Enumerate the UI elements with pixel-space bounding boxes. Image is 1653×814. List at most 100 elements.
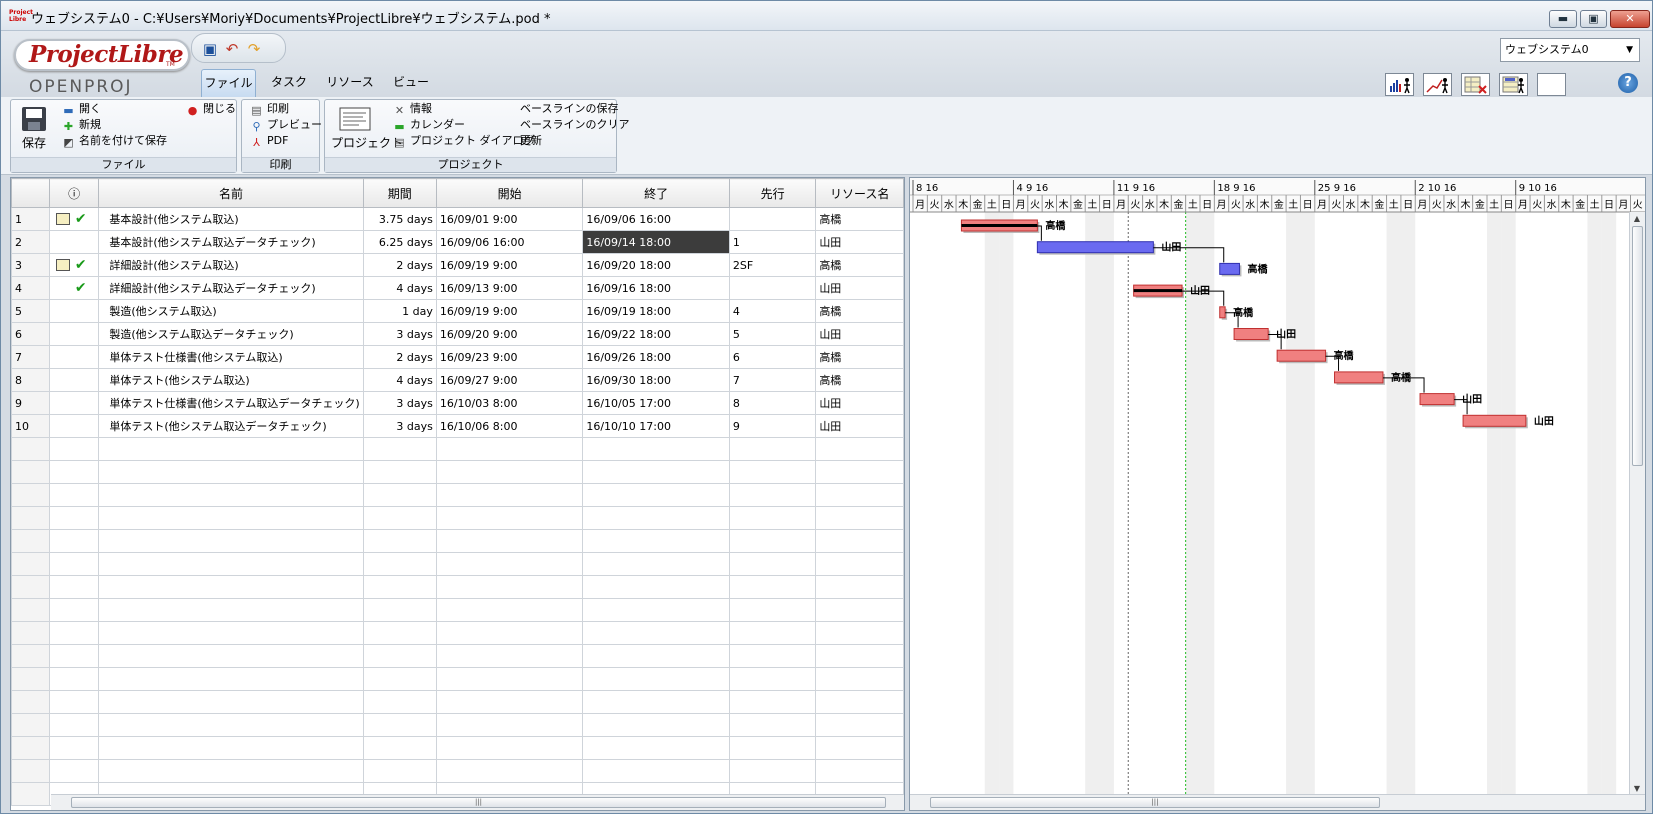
empty-cell[interactable] (582, 460, 730, 484)
empty-cell[interactable] (98, 460, 364, 484)
project-big-icon[interactable] (339, 106, 371, 132)
gantt-horizontal-scrollbar[interactable]: ||| (910, 794, 1645, 810)
empty-cell[interactable] (728, 644, 817, 668)
task-bar[interactable] (1419, 393, 1455, 406)
row-number[interactable]: 1 (11, 207, 50, 231)
scroll-up-icon[interactable]: ▲ (1630, 212, 1644, 226)
empty-cell[interactable] (362, 460, 437, 484)
predecessor-cell[interactable]: 5 (728, 322, 817, 346)
start-cell[interactable]: 16/09/06 16:00 (435, 230, 584, 254)
empty-cell[interactable] (728, 713, 817, 737)
title-bar[interactable]: Project Libre ウェブシステム0 - C:¥Users¥Moriy¥… (1, 1, 1652, 31)
minimize-button[interactable]: ▬ (1549, 10, 1577, 28)
empty-cell[interactable] (11, 575, 50, 599)
empty-cell[interactable] (435, 759, 584, 783)
empty-cell[interactable] (11, 437, 50, 461)
save-icon[interactable]: ▣ (202, 41, 218, 57)
empty-cell[interactable] (435, 621, 584, 645)
empty-cell[interactable] (582, 483, 730, 507)
empty-cell[interactable] (582, 529, 730, 553)
empty-cell[interactable] (98, 598, 364, 622)
empty-cell[interactable] (582, 437, 730, 461)
duration-cell[interactable]: 2 days (362, 253, 437, 277)
new-button[interactable]: ✚ 新規 (62, 118, 101, 133)
empty-cell[interactable] (48, 759, 100, 783)
start-cell[interactable]: 16/10/03 8:00 (435, 391, 584, 415)
empty-cell[interactable] (815, 506, 904, 530)
row-number[interactable]: 3 (11, 253, 50, 277)
tab-task[interactable]: タスク (263, 69, 315, 98)
task-name-cell[interactable]: 単体テスト(他システム取込データチェック) (98, 414, 364, 438)
empty-cell[interactable] (98, 667, 364, 691)
empty-cell[interactable] (48, 621, 100, 645)
empty-cell[interactable] (728, 529, 817, 553)
table-row[interactable]: 1 ✔ 基本設計(他システム取込) 3.75 days 16/09/01 9:00 16/… (11, 207, 904, 231)
empty-cell[interactable] (11, 736, 50, 760)
empty-cell[interactable] (815, 713, 904, 737)
empty-cell[interactable] (435, 713, 584, 737)
empty-cell[interactable] (98, 759, 364, 783)
empty-cell[interactable] (11, 621, 50, 645)
resource-cell[interactable]: 山田 (815, 322, 904, 346)
empty-row[interactable] (11, 759, 904, 783)
project-dialog-button[interactable]: ▤ プロジェクト ダイアログ (393, 134, 534, 149)
duration-cell[interactable]: 6.25 days (362, 230, 437, 254)
task-bar[interactable] (1334, 371, 1384, 384)
task-bar[interactable] (1219, 262, 1240, 275)
end-cell[interactable]: 16/09/19 18:00 (582, 299, 730, 323)
empty-cell[interactable] (728, 552, 817, 576)
table-row[interactable]: 2 基本設計(他システム取込データチェック) 6.25 days 16/09/06 1… (11, 230, 904, 254)
empty-cell[interactable] (48, 437, 100, 461)
column-header-start[interactable]: 開始 (435, 178, 584, 208)
resource-graph-icon[interactable] (1423, 73, 1452, 96)
empty-cell[interactable] (815, 736, 904, 760)
task-bar[interactable] (1219, 306, 1226, 319)
end-cell[interactable]: 16/09/06 16:00 (582, 207, 730, 231)
empty-cell[interactable] (815, 644, 904, 668)
table-row[interactable]: 8 単体テスト(他システム取込) 4 days 16/09/27 9:00 16/09/… (11, 368, 904, 392)
grid-horizontal-scrollbar[interactable]: ||| (51, 794, 904, 810)
empty-cell[interactable] (98, 506, 364, 530)
info-button[interactable]: ✕ 情報 (393, 102, 432, 117)
empty-cell[interactable] (98, 736, 364, 760)
empty-row[interactable] (11, 736, 904, 760)
duration-cell[interactable]: 3 days (362, 391, 437, 415)
empty-cell[interactable] (582, 759, 730, 783)
tab-resource[interactable]: リソース (319, 69, 381, 98)
empty-cell[interactable] (815, 667, 904, 691)
empty-row[interactable] (11, 483, 904, 507)
empty-cell[interactable] (362, 713, 437, 737)
empty-cell[interactable] (48, 736, 100, 760)
empty-cell[interactable] (98, 483, 364, 507)
empty-cell[interactable] (435, 644, 584, 668)
table-row[interactable]: 3 ✔ 詳細設計(他システム取込) 2 days 16/09/19 9:00 16/09/… (11, 253, 904, 277)
predecessor-cell[interactable]: 4 (728, 299, 817, 323)
empty-cell[interactable] (435, 575, 584, 599)
empty-cell[interactable] (11, 690, 50, 714)
empty-cell[interactable] (362, 690, 437, 714)
duration-cell[interactable]: 2 days (362, 345, 437, 369)
table-row[interactable]: 7 単体テスト仕様書(他システム取込) 2 days 16/09/23 9:00 16/… (11, 345, 904, 369)
empty-cell[interactable] (815, 621, 904, 645)
calendar-button[interactable]: ▬ カレンダー (393, 118, 465, 133)
column-header-name[interactable]: 名前 (98, 178, 364, 208)
end-cell[interactable]: 16/09/16 18:00 (582, 276, 730, 300)
start-cell[interactable]: 16/09/20 9:00 (435, 322, 584, 346)
gantt-vscroll-thumb[interactable] (1632, 226, 1643, 466)
empty-cell[interactable] (435, 552, 584, 576)
task-usage-icon[interactable] (1499, 73, 1528, 96)
task-name-cell[interactable]: 詳細設計(他システム取込) (98, 253, 364, 277)
empty-cell[interactable] (728, 506, 817, 530)
start-cell[interactable]: 16/09/01 9:00 (435, 207, 584, 231)
update-button[interactable]: 更新 (520, 134, 542, 148)
predecessor-cell[interactable]: 6 (728, 345, 817, 369)
empty-cell[interactable] (362, 552, 437, 576)
empty-cell[interactable] (11, 552, 50, 576)
resource-cell[interactable]: 高橋 (815, 368, 904, 392)
duration-cell[interactable]: 4 days (362, 368, 437, 392)
empty-cell[interactable] (815, 598, 904, 622)
empty-cell[interactable] (362, 644, 437, 668)
empty-row[interactable] (11, 690, 904, 714)
empty-cell[interactable] (362, 506, 437, 530)
task-name-cell[interactable]: 基本設計(他システム取込) (98, 207, 364, 231)
